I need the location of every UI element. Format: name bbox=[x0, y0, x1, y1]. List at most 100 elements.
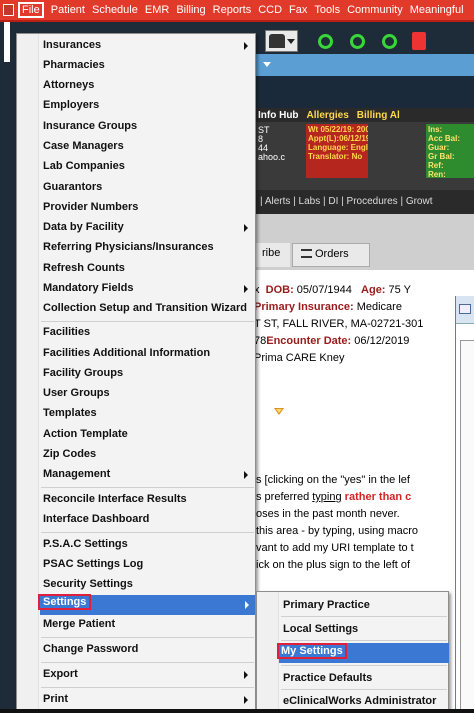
menu-item-facilities-additional[interactable]: Facilities Additional Information bbox=[41, 344, 254, 364]
menu-item-lab-companies[interactable]: Lab Companies bbox=[41, 157, 254, 177]
menu-item-templates[interactable]: Templates bbox=[41, 404, 254, 424]
billing-line: Ref: bbox=[428, 161, 444, 170]
note-fragment: typing bbox=[312, 491, 342, 503]
tab-billing-alerts[interactable]: Billing Al bbox=[357, 110, 400, 121]
menu-item-insurances[interactable]: Insurances bbox=[41, 36, 254, 56]
tab-allergies[interactable]: Allergies bbox=[307, 110, 349, 121]
menu-item-facilities[interactable]: Facilities bbox=[41, 323, 254, 343]
menu-item-user-groups[interactable]: User Groups bbox=[41, 384, 254, 404]
menu-item-facility-groups[interactable]: Facility Groups bbox=[41, 364, 254, 384]
note-fragment: than c bbox=[378, 491, 412, 503]
menu-separator bbox=[41, 687, 254, 688]
tab-orders-label: Orders bbox=[315, 248, 349, 260]
menu-item-print[interactable]: Print bbox=[41, 690, 254, 710]
menu-item-employers[interactable]: Employers bbox=[41, 96, 254, 116]
menu-item-case-managers[interactable]: Case Managers bbox=[41, 137, 254, 157]
demo-row: Prima CARE Kney bbox=[250, 350, 474, 367]
submenu-arrow-icon bbox=[244, 224, 248, 232]
menu-item-interface-dashboard[interactable]: Interface Dashboard bbox=[41, 510, 254, 530]
menu-item-guarantors[interactable]: Guarantors bbox=[41, 178, 254, 198]
menu-item-provider-numbers[interactable]: Provider Numbers bbox=[41, 198, 254, 218]
menu-item-settings[interactable]: Settings bbox=[38, 594, 255, 615]
menu-item-reconcile-interface[interactable]: Reconcile Interface Results bbox=[41, 490, 254, 510]
side-window[interactable] bbox=[455, 296, 474, 713]
menu-community[interactable]: Community bbox=[347, 4, 403, 16]
note-line: vant to add my URI template to t bbox=[256, 542, 414, 554]
menu-separator bbox=[41, 487, 254, 488]
submenu-item-primary-practice[interactable]: Primary Practice bbox=[281, 595, 447, 615]
status-circle-icon[interactable] bbox=[318, 34, 333, 49]
menu-item-label: Lab Companies bbox=[43, 160, 125, 172]
note-fragment: oses in the past month bbox=[256, 508, 370, 520]
menu-item-label: Data by Facility bbox=[43, 221, 124, 233]
app-system-icon[interactable] bbox=[3, 4, 14, 16]
menu-separator bbox=[41, 637, 254, 638]
vitals-line: Translator: No bbox=[308, 152, 363, 161]
menu-emr[interactable]: EMR bbox=[145, 4, 169, 16]
menu-item-label: Collection Setup and Transition Wizard bbox=[43, 302, 248, 314]
menu-item-psac-settings[interactable]: P.S.A.C Settings bbox=[41, 535, 254, 555]
menu-item-pharmacies[interactable]: Pharmacies bbox=[41, 56, 254, 76]
nav-links[interactable]: | Alerts | Labs | DI | Procedures | Grow… bbox=[250, 190, 474, 214]
collapse-triangle-icon[interactable] bbox=[274, 408, 284, 415]
menu-item-label: Settings bbox=[38, 594, 92, 610]
submenu-item-practice-defaults[interactable]: Practice Defaults bbox=[281, 668, 447, 688]
menu-item-mandatory-fields[interactable]: Mandatory Fields bbox=[41, 279, 254, 299]
menu-item-collection-setup[interactable]: Collection Setup and Transition Wizard bbox=[41, 299, 254, 319]
chevron-down-icon[interactable] bbox=[263, 62, 271, 67]
document-icon[interactable] bbox=[412, 32, 426, 50]
menu-item-attorneys[interactable]: Attorneys bbox=[41, 76, 254, 96]
menu-item-label: Merge Patient bbox=[43, 618, 116, 630]
menu-ccd[interactable]: CCD bbox=[258, 4, 282, 16]
tab-orders[interactable]: Orders bbox=[292, 243, 370, 267]
note-fragment: never. bbox=[369, 508, 400, 520]
facility-value: Prima CARE Kney bbox=[254, 352, 345, 364]
menu-item-security-settings[interactable]: Security Settings bbox=[41, 575, 254, 595]
menu-item-label: Change Password bbox=[43, 643, 139, 655]
side-window-titlebar[interactable] bbox=[456, 296, 474, 324]
submenu-item-ecw-administrator[interactable]: eClinicalWorks Administrator bbox=[281, 691, 447, 711]
menu-item-insurance-groups[interactable]: Insurance Groups bbox=[41, 117, 254, 137]
tab-info-hub[interactable]: Info Hub bbox=[258, 110, 299, 121]
menu-gutter bbox=[257, 592, 279, 710]
status-circle-icon[interactable] bbox=[382, 34, 397, 49]
status-circle-icon[interactable] bbox=[350, 34, 365, 49]
demo-row: 78Encounter Date: 06/12/2019 bbox=[250, 333, 474, 350]
scroll-edge bbox=[4, 22, 10, 62]
menu-item-psac-settings-log[interactable]: PSAC Settings Log bbox=[41, 555, 254, 575]
menu-patient[interactable]: Patient bbox=[51, 4, 85, 16]
menu-billing[interactable]: Billing bbox=[176, 4, 205, 16]
menu-item-referring-physicians[interactable]: Referring Physicians/Insurances bbox=[41, 238, 254, 258]
menu-item-merge-patient[interactable]: Merge Patient bbox=[41, 615, 254, 635]
vitals-box[interactable]: Wt 05/22/19: 200 lbs. Appt(L):06/12/19(B… bbox=[306, 124, 368, 178]
user-dropdown-button[interactable] bbox=[265, 30, 298, 52]
submenu-item-my-settings[interactable]: My Settings bbox=[277, 643, 449, 663]
tab-prescribe[interactable]: ribe bbox=[250, 243, 290, 267]
encounter-date: 06/12/2019 bbox=[354, 335, 410, 347]
menu-item-change-password[interactable]: Change Password bbox=[41, 640, 254, 660]
patient-info-panel: ST 8 44 ahoo.c Wt 05/22/19: 200 lbs. App… bbox=[250, 122, 474, 190]
menu-item-refresh-counts[interactable]: Refresh Counts bbox=[41, 259, 254, 279]
menu-item-management[interactable]: Management bbox=[41, 465, 254, 485]
menu-item-label: Management bbox=[43, 468, 111, 480]
menu-schedule[interactable]: Schedule bbox=[92, 4, 138, 16]
billing-line: Acc Bal: bbox=[428, 134, 461, 143]
menu-tools[interactable]: Tools bbox=[314, 4, 340, 16]
submenu-arrow-icon bbox=[244, 42, 248, 50]
menu-item-zip-codes[interactable]: Zip Codes bbox=[41, 445, 254, 465]
menu-file[interactable]: File bbox=[18, 2, 44, 18]
menu-item-label: Zip Codes bbox=[43, 448, 97, 460]
menu-meaningful[interactable]: Meaningful bbox=[410, 4, 464, 16]
billing-box[interactable]: Ins: Acc Bal: Guar: Gr Bal: Ref: Ren: bbox=[426, 124, 474, 179]
menu-reports[interactable]: Reports bbox=[213, 4, 252, 16]
toolbar-strip bbox=[255, 54, 474, 76]
menu-fax[interactable]: Fax bbox=[289, 4, 307, 16]
menu-item-data-by-facility[interactable]: Data by Facility bbox=[41, 218, 254, 238]
note-line: this area - by typing, using macro bbox=[256, 525, 419, 537]
menu-item-action-template[interactable]: Action Template bbox=[41, 425, 254, 445]
menu-separator bbox=[281, 640, 447, 641]
menu-item-label: P.S.A.C Settings bbox=[43, 538, 128, 550]
submenu-item-local-settings[interactable]: Local Settings bbox=[281, 619, 447, 639]
menu-item-label: Print bbox=[43, 693, 69, 705]
menu-item-export[interactable]: Export bbox=[41, 665, 254, 685]
